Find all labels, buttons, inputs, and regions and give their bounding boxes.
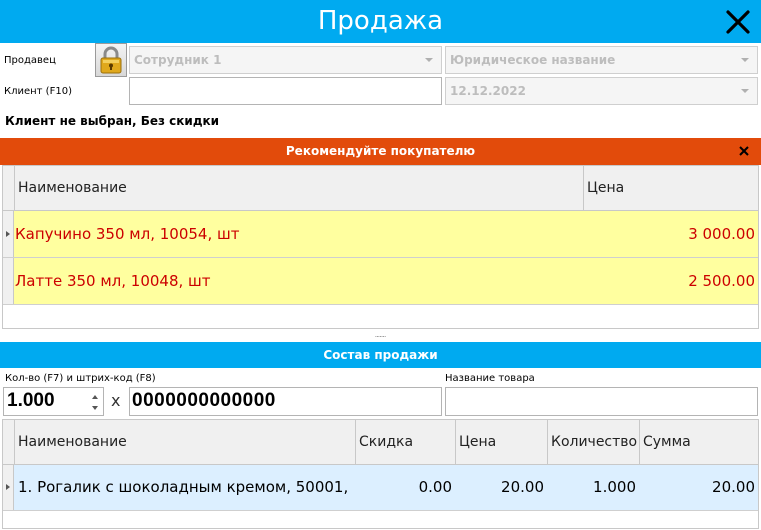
product-name-label: Название товара: [445, 373, 535, 384]
recommend-row-price: 2 500.00: [688, 272, 755, 290]
chevron-down-icon: [741, 58, 749, 62]
title-bar: Продажа: [0, 0, 761, 43]
window-title: Продажа: [317, 6, 444, 36]
date-select[interactable]: 12.12.2022: [445, 77, 758, 105]
row-pointer-icon: [6, 231, 10, 237]
close-icon[interactable]: [722, 6, 754, 38]
product-name-input[interactable]: [445, 387, 758, 416]
recommend-title: Рекомендуйте покупателю: [285, 144, 476, 158]
close-icon[interactable]: [737, 144, 751, 158]
client-label: Клиент (F10): [4, 86, 72, 97]
col-sum-header[interactable]: Сумма: [640, 420, 758, 465]
col-name-header[interactable]: Наименование: [15, 166, 583, 211]
chevron-down-icon: [425, 58, 433, 62]
sale-row-discount: 0.00: [418, 478, 452, 496]
client-input[interactable]: [129, 77, 442, 105]
recommend-grid: Наименование Цена Капучино 350 мл, 10054…: [2, 165, 759, 329]
sale-title: Состав продажи: [323, 348, 438, 362]
client-status: Клиент не выбран, Без скидки: [5, 114, 220, 128]
row-pointer-icon: [6, 484, 10, 490]
sale-row-price: 20.00: [501, 478, 544, 496]
col-price-header[interactable]: Цена: [456, 420, 547, 465]
sale-row-sum: 20.00: [712, 478, 755, 496]
barcode-value: 0000000000000: [132, 390, 276, 411]
recommend-row[interactable]: Капучино 350 мл, 10054, шт 3 000.00: [3, 211, 758, 258]
sale-row-quantity: 1.000: [593, 478, 636, 496]
chevron-up-icon[interactable]: [90, 392, 100, 402]
multiply-sign: х: [111, 391, 121, 410]
date-value: 12.12.2022: [450, 84, 526, 98]
sale-row[interactable]: 1. Рогалик с шоколадным кремом, 50001, ш…: [3, 465, 758, 511]
panel-splitter[interactable]: .......: [370, 331, 390, 339]
recommend-grid-header: Наименование Цена: [3, 166, 758, 211]
lock-button[interactable]: [95, 43, 127, 77]
seller-label: Продавец: [4, 55, 56, 66]
chevron-down-icon[interactable]: [90, 403, 100, 413]
col-discount-header[interactable]: Скидка: [356, 420, 455, 465]
legal-name-value: Юридическое название: [450, 53, 616, 67]
sale-bar: Состав продажи: [0, 342, 761, 368]
chevron-down-icon: [741, 89, 749, 93]
seller-employee-select[interactable]: Сотрудник 1: [129, 46, 442, 74]
col-quantity-header[interactable]: Количество: [548, 420, 639, 465]
recommend-row-name: Латте 350 мл, 10048, шт: [15, 272, 211, 290]
col-name-header[interactable]: Наименование: [15, 420, 355, 465]
sale-grid-header: Наименование Скидка Цена Количество Сумм…: [3, 420, 758, 465]
recommend-row-name: Капучино 350 мл, 10054, шт: [15, 225, 240, 243]
recommend-bar: Рекомендуйте покупателю: [0, 138, 761, 165]
quantity-stepper[interactable]: 1.000: [3, 387, 104, 416]
legal-name-select[interactable]: Юридическое название: [445, 46, 758, 74]
qty-barcode-label: Кол-во (F7) и штрих-код (F8): [5, 373, 156, 384]
col-price-header[interactable]: Цена: [584, 166, 758, 211]
quantity-value: 1.000: [7, 390, 55, 411]
sale-row-name: 1. Рогалик с шоколадным кремом, 50001, ш…: [18, 478, 353, 496]
sale-grid: Наименование Скидка Цена Количество Сумм…: [2, 419, 759, 529]
seller-employee-value: Сотрудник 1: [134, 53, 222, 67]
recommend-row-price: 3 000.00: [688, 225, 755, 243]
barcode-input[interactable]: 0000000000000: [129, 387, 442, 416]
recommend-row[interactable]: Латте 350 мл, 10048, шт 2 500.00: [3, 258, 758, 305]
padlock-icon: [100, 46, 122, 74]
